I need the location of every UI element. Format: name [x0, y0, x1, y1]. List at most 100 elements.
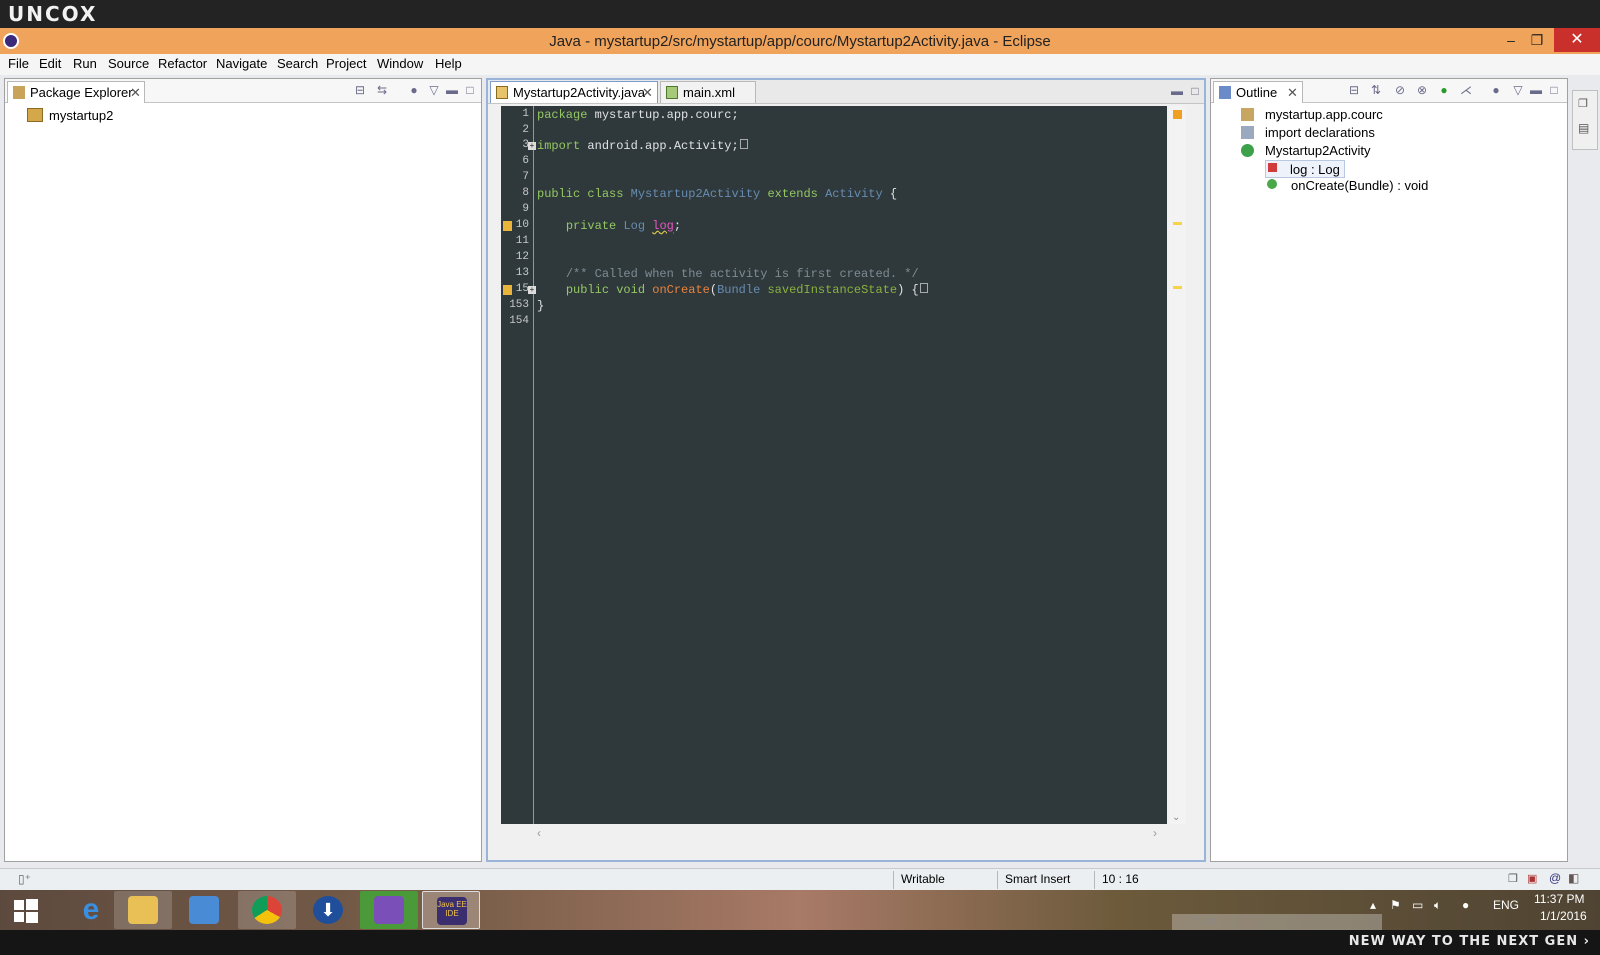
- taskbar-download-manager[interactable]: ⬇: [299, 891, 357, 929]
- taskbar-visual-studio[interactable]: [360, 891, 418, 929]
- windows-start-icon: [14, 900, 24, 910]
- folded-block-icon[interactable]: [739, 139, 748, 149]
- sort-icon[interactable]: ⇅: [1369, 83, 1383, 97]
- taskbar-internet-explorer[interactable]: e: [62, 891, 120, 929]
- warning-marker-icon[interactable]: [503, 221, 512, 231]
- minimize-view-icon[interactable]: ▬: [1170, 84, 1184, 98]
- chrome-icon: [252, 896, 282, 924]
- footer-strip: NEW WAY TO THE NEXT GEN ›: [0, 930, 1600, 955]
- project-icon: [27, 108, 43, 122]
- overview-mark[interactable]: [1173, 222, 1182, 225]
- problems-icon[interactable]: ▣: [1527, 872, 1537, 885]
- outline-tab-label: Outline: [1236, 85, 1278, 100]
- fast-view-icon[interactable]: ▯⁺: [18, 872, 31, 886]
- hide-fields-icon[interactable]: ⊘: [1393, 83, 1407, 97]
- menu-file[interactable]: File: [8, 56, 29, 71]
- restore-view-icon[interactable]: ❐: [1578, 97, 1588, 110]
- internet-explorer-icon: e: [82, 893, 100, 926]
- menu-source[interactable]: Source: [108, 56, 149, 71]
- collapse-all-icon[interactable]: ⊟: [353, 83, 367, 97]
- task-list-icon[interactable]: ▤: [1578, 121, 1589, 135]
- taskbar-eclipse[interactable]: Java EE IDE: [422, 891, 480, 929]
- restore-icon[interactable]: ❐: [1508, 872, 1518, 885]
- hide-non-public-icon[interactable]: ●: [1437, 83, 1451, 97]
- code-token: private: [565, 219, 617, 233]
- outline-header: Outline ✕ ⊟ ⇅ ⊘ ⊗ ● ⋌ ● ▽ ▬ □: [1211, 79, 1567, 103]
- menu-project[interactable]: Project: [326, 56, 366, 71]
- close-tab-icon[interactable]: ✕: [642, 85, 653, 101]
- windows-start-icon: [26, 899, 38, 910]
- brand-strip: UNCOX: [0, 0, 1600, 28]
- code-token: public: [537, 187, 581, 201]
- maximize-view-icon[interactable]: □: [1547, 83, 1561, 97]
- minimize-view-icon[interactable]: ▬: [1529, 83, 1543, 97]
- scroll-down-icon[interactable]: ⌄: [1172, 812, 1180, 823]
- code-line-15: public void onCreate(Bundle savedInstanc…: [537, 283, 928, 297]
- flux-notification[interactable]: f.lux: [1172, 914, 1382, 930]
- folded-block-icon[interactable]: [919, 283, 928, 293]
- menu-refactor[interactable]: Refactor: [158, 56, 207, 71]
- line-number: 9: [522, 203, 529, 215]
- code-editor[interactable]: 1 2 3 6 7 8 9 10 11 12 13 15 153 154 + +…: [501, 106, 1167, 824]
- maximize-view-icon[interactable]: □: [1188, 84, 1202, 98]
- language-indicator[interactable]: ENG: [1493, 898, 1519, 912]
- tab-main-xml[interactable]: main.xml: [660, 81, 756, 103]
- flux-tray-icon[interactable]: ●: [1462, 898, 1469, 912]
- declaration-icon[interactable]: ◧: [1568, 871, 1579, 885]
- hide-static-icon[interactable]: ⊗: [1415, 83, 1429, 97]
- view-menu-icon[interactable]: ▽: [427, 83, 441, 97]
- warning-marker-icon[interactable]: [503, 285, 512, 295]
- hide-local-types-icon[interactable]: ⋌: [1459, 83, 1473, 97]
- taskbar-remote-desktop[interactable]: [175, 891, 233, 929]
- tab-mystartup2activity-java[interactable]: Mystartup2Activity.java ✕: [490, 81, 658, 103]
- code-token: mystartup.app.courc;: [587, 108, 739, 122]
- javadoc-icon[interactable]: @: [1549, 871, 1561, 885]
- code-token: Bundle: [717, 283, 761, 297]
- maximize-view-icon[interactable]: □: [463, 83, 477, 97]
- link-with-editor-icon[interactable]: ⇆: [375, 83, 389, 97]
- package-explorer-icon: [13, 86, 25, 99]
- action-center-icon[interactable]: ⚑: [1390, 898, 1401, 912]
- clock-date[interactable]: 1/1/2016: [1540, 909, 1587, 923]
- close-button[interactable]: ✕: [1554, 28, 1600, 52]
- menu-navigate[interactable]: Navigate: [216, 56, 267, 71]
- menu-edit[interactable]: Edit: [39, 56, 61, 71]
- volume-icon[interactable]: 🔈︎: [1434, 898, 1441, 913]
- package-explorer-header: Package Explorer ✕ ⊟ ⇆ ● ▽ ▬ □: [5, 79, 481, 103]
- code-token: /** Called when the activity is first cr…: [565, 267, 919, 281]
- scroll-right-icon[interactable]: ›: [1153, 826, 1157, 840]
- outline-item-field[interactable]: log : Log: [1265, 160, 1345, 178]
- close-tab-icon[interactable]: ✕: [1287, 85, 1298, 101]
- minimize-view-icon[interactable]: ▬: [445, 83, 459, 97]
- scroll-left-icon[interactable]: ‹: [537, 826, 541, 840]
- collapse-all-icon[interactable]: ⊟: [1347, 83, 1361, 97]
- focus-on-workset-icon[interactable]: ●: [407, 83, 421, 97]
- overview-mark[interactable]: [1173, 286, 1182, 289]
- horizontal-scrollbar[interactable]: ‹ ›: [501, 826, 1167, 842]
- clock-time[interactable]: 11:37 PM: [1534, 892, 1584, 906]
- close-tab-icon[interactable]: ✕: [130, 85, 141, 101]
- status-writable: Writable: [901, 872, 945, 886]
- menu-search[interactable]: Search: [277, 56, 318, 71]
- menu-help[interactable]: Help: [435, 56, 462, 71]
- view-menu-icon[interactable]: ▽: [1511, 83, 1525, 97]
- network-icon[interactable]: ▭: [1412, 898, 1423, 912]
- code-line-153: }: [537, 299, 544, 313]
- menu-window[interactable]: Window: [377, 56, 423, 71]
- overview-warning-icon[interactable]: [1173, 110, 1182, 119]
- taskbar-file-explorer[interactable]: [114, 891, 172, 929]
- tab-outline[interactable]: Outline ✕: [1213, 81, 1303, 103]
- overview-ruler[interactable]: ⌄: [1169, 106, 1186, 824]
- tab-package-explorer[interactable]: Package Explorer ✕: [7, 81, 145, 103]
- fold-toggle-icon[interactable]: +: [528, 142, 536, 150]
- imports-icon: [1241, 126, 1254, 139]
- restore-button[interactable]: ❐: [1522, 28, 1552, 52]
- code-token: {: [882, 187, 898, 201]
- window-title: Java - mystartup2/src/mystartup/app/cour…: [549, 33, 1051, 50]
- menu-run[interactable]: Run: [73, 56, 97, 71]
- taskbar-chrome[interactable]: [238, 891, 296, 929]
- fold-toggle-icon[interactable]: +: [528, 286, 536, 294]
- start-button[interactable]: [0, 891, 58, 929]
- show-hidden-icons[interactable]: ▴: [1370, 898, 1376, 912]
- focus-icon[interactable]: ●: [1489, 83, 1503, 97]
